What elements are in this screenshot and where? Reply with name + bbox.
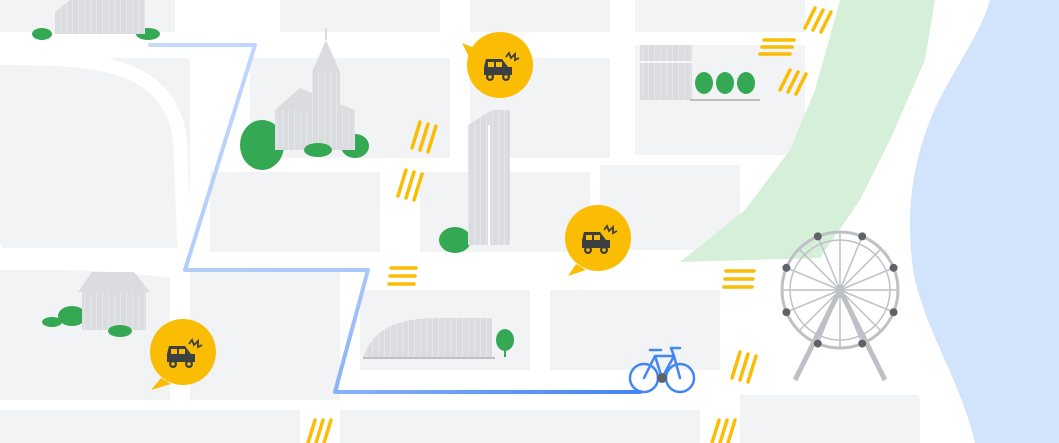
ferris-wheel-cabin — [858, 232, 867, 241]
block — [210, 172, 380, 252]
block — [340, 410, 700, 443]
ferris-wheel-cabin — [782, 263, 791, 272]
ferris-wheel-cabin — [782, 308, 791, 317]
block — [740, 395, 920, 443]
block — [190, 270, 340, 400]
ferris-wheel-cabin — [858, 339, 867, 348]
map-svg[interactable] — [0, 0, 1059, 443]
map-canvas[interactable] — [0, 0, 1059, 443]
block — [0, 410, 300, 443]
ferris-wheel-cabin — [889, 263, 898, 272]
block — [280, 0, 440, 32]
block — [550, 290, 720, 370]
ferris-wheel-cabin — [889, 308, 898, 317]
ferris-wheel-cabin — [813, 339, 822, 348]
block — [470, 0, 610, 32]
block — [635, 0, 805, 32]
ferris-wheel-cabin — [813, 232, 822, 241]
